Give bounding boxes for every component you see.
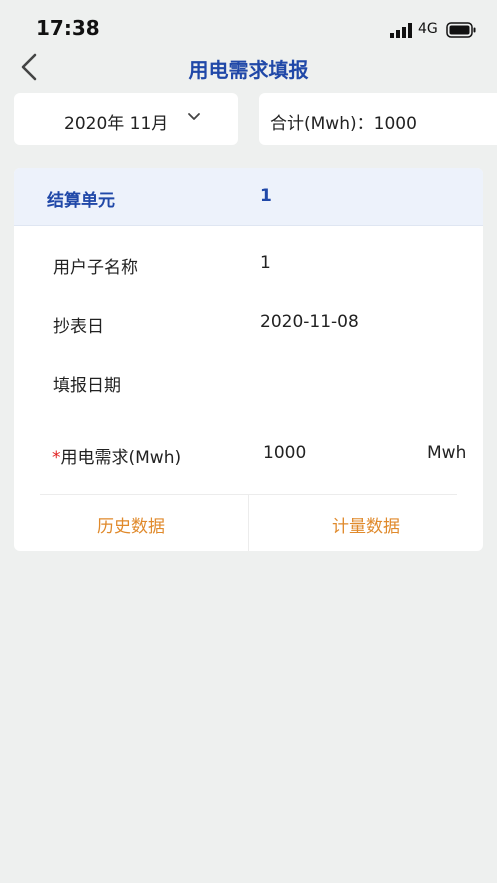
month-value: 2020年 11月 xyxy=(64,114,169,134)
meter-date-label: 抄表日 xyxy=(53,317,104,337)
page-title: 用电需求填报 xyxy=(188,58,309,82)
total-text: 合计(Mwh)：1000 xyxy=(270,109,417,134)
settlement-unit-row: 结算单元 1 xyxy=(14,168,483,226)
demand-detail-card: 结算单元 1 用户子名称 1 抄表日 2020-11-08 填报日期 *用电需求… xyxy=(14,168,483,551)
demand-label-wrap: *用电需求(Mwh) xyxy=(52,443,181,468)
sub-name-value: 1 xyxy=(260,253,271,273)
chevron-down-icon xyxy=(188,113,200,120)
sub-name-label: 用户子名称 xyxy=(53,258,138,278)
status-time: 17:38 xyxy=(36,16,100,40)
required-mark: * xyxy=(52,448,61,468)
metering-data-button[interactable]: 计量数据 xyxy=(249,512,483,537)
month-selector[interactable]: 2020年 11月 xyxy=(14,93,238,145)
settlement-unit-value: 1 xyxy=(260,186,272,206)
fill-date-label: 填报日期 xyxy=(53,376,121,396)
settlement-unit-label: 结算单元 xyxy=(47,191,115,211)
nav-bar: 用电需求填报 xyxy=(0,42,497,92)
total-summary: 合计(Mwh)：1000 xyxy=(259,93,497,145)
network-type: 4G xyxy=(418,21,438,37)
battery-icon xyxy=(446,22,476,38)
signal-icon xyxy=(390,23,412,38)
demand-label: 用电需求(Mwh) xyxy=(60,448,182,468)
total-label: 合计(Mwh)： xyxy=(270,114,374,134)
total-value: 1000 xyxy=(373,114,417,134)
history-data-button[interactable]: 历史数据 xyxy=(14,512,248,537)
demand-input[interactable]: 1000 xyxy=(263,443,306,463)
demand-unit: Mwh xyxy=(427,443,467,463)
meter-date-value: 2020-11-08 xyxy=(260,312,359,332)
